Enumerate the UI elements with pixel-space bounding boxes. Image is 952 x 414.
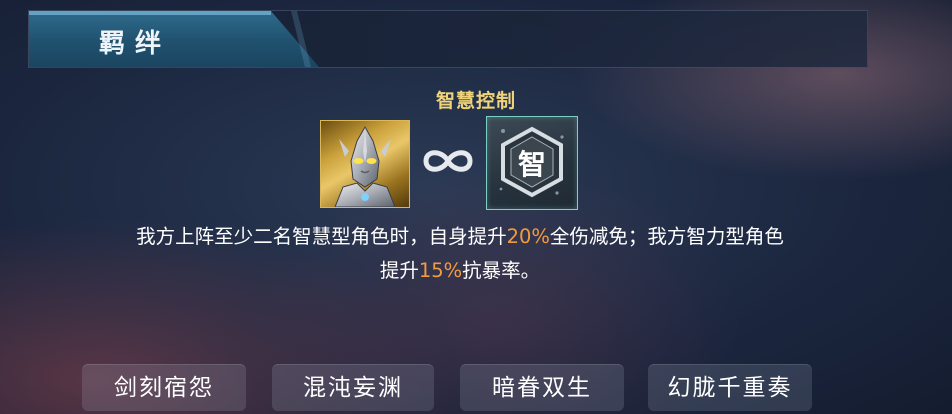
combo-name: 智慧控制 [435, 90, 516, 112]
bond-header: 羁绊 [28, 10, 868, 68]
character-portrait[interactable] [320, 120, 410, 208]
header-tab-bg [29, 11, 319, 67]
description-line-1: 我方上阵至少二名智慧型角色时，自身提升20%全伤减免；我方智力型角色 [136, 225, 784, 248]
wisdom-type-icon[interactable]: 智 [486, 116, 578, 210]
wisdom-badge-label: 智 [518, 148, 546, 181]
infinity-link-icon [420, 146, 476, 176]
tab-sword-grudge[interactable]: 剑刻宿怨 [82, 364, 246, 411]
combo-description: 我方上阵至少二名智慧型角色时，自身提升20%全伤减免；我方智力型角色 提升15%… [20, 220, 900, 288]
highlight-value: 15% [418, 259, 463, 282]
tab-dark-twins[interactable]: 暗眷双生 [460, 364, 624, 411]
highlight-value: 20% [506, 225, 550, 248]
description-line-2: 提升15%抗暴率。 [379, 259, 541, 282]
tab-chaos-abyss[interactable]: 混沌妄渊 [272, 364, 434, 411]
tab-illusion-ensemble[interactable]: 幻胧千重奏 [648, 364, 812, 411]
page-title: 羁绊 [99, 29, 172, 59]
hero-figure-icon [334, 125, 396, 207]
